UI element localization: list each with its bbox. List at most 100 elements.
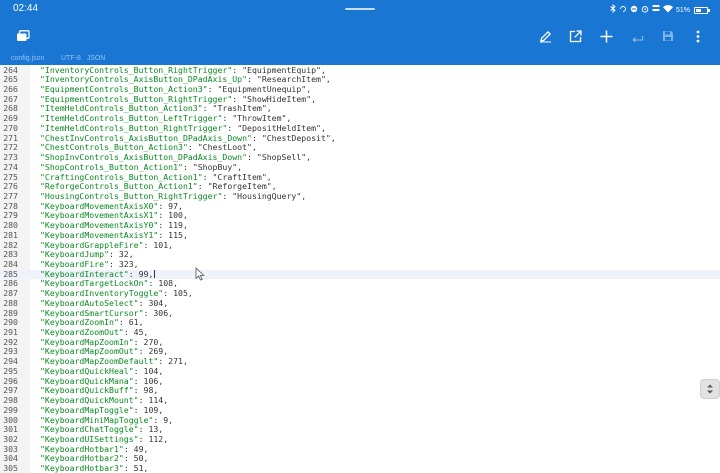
json-key: "ShopInvControls_AxisButton_DPadAxis_Dow…: [40, 152, 248, 163]
json-key: "KeyboardMiniMapToggle": [40, 414, 154, 425]
line-text[interactable]: "KeyboardHotbar3": 51,: [40, 463, 148, 473]
json-key: "ItemHeldControls_Button_RightTrigger": [40, 122, 228, 133]
key-value-separator: :: [138, 424, 149, 435]
key-value-separator: :: [197, 181, 208, 192]
json-value: 306,: [153, 307, 174, 318]
json-key: "KeyboardQuickMana": [40, 375, 134, 386]
json-value: 304,: [148, 297, 169, 308]
json-value: 45,: [133, 327, 149, 338]
status-time: 02:44: [13, 3, 39, 14]
json-key: "KeyboardMapToggle": [40, 404, 134, 415]
tabs-icon: [16, 30, 30, 42]
json-key: "InventoryControls_AxisButton_DPadAxis_U…: [40, 74, 248, 85]
json-key: "KeyboardHotbar3": [40, 463, 124, 473]
edit-button[interactable]: [531, 20, 559, 52]
json-key: "ItemHeldControls_Button_LeftTrigger": [40, 113, 223, 124]
key-value-separator: :: [163, 288, 174, 299]
file-tab[interactable]: config.json: [11, 55, 44, 62]
json-value: 32,: [118, 249, 134, 260]
save-button[interactable]: [654, 20, 682, 52]
key-value-separator: :: [158, 210, 169, 221]
json-value: "ChestDeposit",: [261, 132, 336, 143]
json-key: "KeyboardQuickHeal": [40, 365, 134, 376]
json-key: "KeyboardMovementAxisX0": [40, 200, 159, 211]
json-value: 114,: [148, 395, 169, 406]
key-value-separator: :: [143, 239, 154, 250]
key-value-separator: :: [133, 365, 144, 376]
json-value: "ReforgeItem",: [207, 181, 277, 192]
json-key: "KeyboardGrappleFire": [40, 239, 144, 250]
key-value-separator: :: [158, 200, 169, 211]
json-key: "ItemHeldControls_Button_Action3": [40, 103, 203, 114]
fast-scroll-handle[interactable]: [700, 379, 720, 399]
key-value-separator: :: [128, 268, 139, 279]
multitask-handle[interactable]: [345, 8, 375, 10]
json-key: "ReforgeControls_Button_Action1": [40, 181, 198, 192]
key-value-separator: :: [158, 356, 169, 367]
app-toolbar: [0, 20, 720, 52]
key-value-separator: :: [138, 346, 149, 357]
key-value-separator: :: [182, 161, 193, 172]
json-value: "ShopBuy",: [192, 161, 243, 172]
key-value-separator: :: [133, 336, 144, 347]
json-value: 99,: [138, 268, 154, 279]
json-key: "InventoryControls_Button_RightTrigger": [40, 65, 233, 75]
alarm-icon: [641, 5, 649, 16]
json-value: "ThrowItem",: [232, 113, 292, 124]
undo-button[interactable]: [623, 20, 651, 52]
key-value-separator: :: [138, 297, 149, 308]
tabs-button[interactable]: [9, 20, 37, 52]
key-value-separator: :: [222, 190, 233, 201]
language-text: JSON: [86, 55, 106, 62]
new-file-button[interactable]: [592, 20, 620, 52]
json-key: "CraftingControls_Button_Action1": [40, 171, 203, 182]
json-key: "KeyboardMapZoomOut": [40, 346, 139, 357]
json-value: 61,: [128, 317, 144, 328]
json-value: 49,: [133, 443, 149, 454]
json-value: 270,: [143, 336, 164, 347]
json-value: "ChestLoot",: [197, 142, 257, 153]
json-value: 105,: [173, 288, 193, 299]
json-value: 9,: [163, 414, 174, 425]
encoding-text: UTF-8: [61, 55, 81, 62]
json-value: "ShowHideItem",: [242, 93, 317, 104]
open-external-icon: [569, 29, 582, 43]
key-value-separator: :: [123, 327, 134, 338]
file-info-bar: config.json UTF-8 JSON: [0, 52, 720, 65]
code-line[interactable]: 305 "KeyboardHotbar3": 51,: [0, 463, 720, 473]
json-key: "KeyboardMovementAxisY1": [40, 229, 159, 240]
key-value-separator: :: [123, 463, 134, 473]
json-value: 109,: [143, 404, 164, 415]
json-value: 115,: [168, 229, 188, 240]
open-external-button[interactable]: [561, 20, 589, 52]
json-value: "ShopSell",: [256, 152, 312, 163]
json-key: "ShopControls_Button_Action1": [40, 161, 183, 172]
key-value-separator: :: [158, 229, 169, 240]
json-value: 106,: [143, 375, 164, 386]
scroll-arrows-icon: [706, 380, 714, 399]
json-key: "KeyboardQuickMount": [40, 395, 139, 406]
key-value-separator: :: [251, 132, 262, 143]
save-icon: [662, 30, 674, 42]
key-value-separator: :: [123, 443, 134, 454]
json-key: "KeyboardFire": [40, 259, 110, 269]
battery-icon: [694, 6, 710, 14]
key-value-separator: :: [118, 317, 129, 328]
pencil-icon: [539, 30, 552, 43]
key-value-separator: :: [133, 404, 144, 415]
key-value-separator: :: [207, 84, 218, 95]
code-editor[interactable]: 264 "InventoryControls_Button_RightTrigge…: [0, 65, 720, 473]
more-options-button[interactable]: [684, 20, 712, 52]
data-speed-icon: [652, 4, 660, 16]
json-value: 269,: [148, 346, 169, 357]
key-value-separator: :: [133, 375, 144, 386]
json-value: "ResearchItem",: [256, 74, 331, 85]
key-value-separator: :: [158, 220, 169, 231]
json-value: "HousingQuery",: [232, 190, 307, 201]
json-key: "KeyboardAutoSelect": [40, 297, 139, 308]
dnd-icon: [630, 5, 638, 16]
json-key: "ChestInvControls_AxisButton_DPadAxis_Do…: [40, 132, 252, 143]
json-key: "KeyboardZoomIn": [40, 317, 119, 328]
line-number: 305: [3, 463, 18, 473]
status-bar: 02:44 51%: [0, 0, 720, 20]
